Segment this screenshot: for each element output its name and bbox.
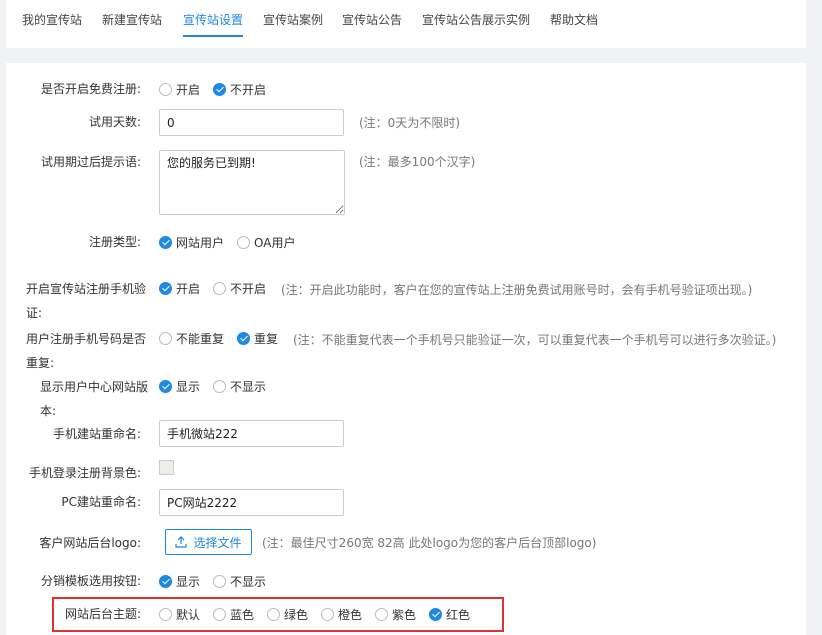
admin-theme-label: 网站后台主题:: [64, 607, 141, 621]
mobile-bg-color-swatch[interactable]: [159, 460, 174, 475]
radio-circle: [159, 607, 172, 621]
free-register-label: 是否开启免费注册:: [40, 82, 141, 96]
radio-circle: [321, 607, 334, 621]
client-logo-label: 客户网站后台logo:: [39, 536, 141, 550]
phone-verify-on-radio[interactable]: 开启: [159, 278, 200, 298]
radio-checked-icon: [237, 331, 250, 345]
radio-circle: [213, 379, 226, 393]
radio-circle: [159, 331, 172, 345]
mobile-bg-label: 手机登录注册背景色:: [28, 466, 141, 480]
theme-purple-radio[interactable]: 紫色: [375, 604, 416, 624]
theme-default-radio[interactable]: 默认: [159, 604, 200, 624]
free-register-off-radio[interactable]: 不开启: [213, 79, 266, 99]
choose-file-button[interactable]: 选择文件: [165, 529, 252, 555]
radio-circle: [213, 574, 226, 588]
tab-site-cases[interactable]: 宣传站案例: [263, 11, 323, 28]
show-version-off-radio[interactable]: 不显示: [213, 376, 266, 396]
show-version-label: 显示用户中心网站版本:: [40, 380, 149, 418]
tab-new-site[interactable]: 新建宣传站: [102, 11, 162, 28]
tab-help-docs[interactable]: 帮助文档: [550, 11, 598, 28]
phone-repeat-no-radio[interactable]: 不能重复: [159, 328, 224, 348]
free-register-on-radio[interactable]: 开启: [159, 79, 200, 99]
theme-blue-radio[interactable]: 蓝色: [213, 604, 254, 624]
phone-verify-label: 开启宣传站注册手机验证:: [26, 282, 147, 320]
distribution-btn-label: 分销模板选用按钮:: [40, 574, 141, 588]
distribution-hide-radio[interactable]: 不显示: [213, 571, 266, 591]
radio-circle: [159, 82, 172, 96]
upload-icon: [175, 536, 188, 548]
phone-repeat-label: 用户注册手机号码是否重复:: [26, 332, 147, 370]
theme-green-radio[interactable]: 绿色: [267, 604, 308, 624]
register-type-label: 注册类型:: [88, 235, 141, 249]
pc-rename-label: PC建站重命名:: [61, 495, 141, 509]
distribution-show-radio[interactable]: 显示: [159, 571, 200, 591]
register-type-oa-radio[interactable]: OA用户: [237, 232, 295, 252]
tab-my-sites[interactable]: 我的宣传站: [22, 11, 82, 28]
theme-orange-radio[interactable]: 橙色: [321, 604, 362, 624]
radio-checked-icon: [159, 235, 172, 249]
mobile-rename-input[interactable]: [159, 420, 344, 447]
radio-checked-icon: [159, 281, 172, 295]
radio-circle: [375, 607, 388, 621]
phone-verify-off-radio[interactable]: 不开启: [213, 278, 266, 298]
tab-notice-examples[interactable]: 宣传站公告展示实例: [422, 11, 530, 28]
radio-checked-icon: [159, 379, 172, 393]
mobile-rename-label: 手机建站重命名:: [52, 427, 141, 441]
radio-circle: [267, 607, 280, 621]
pc-rename-input[interactable]: [159, 489, 344, 516]
phone-repeat-yes-radio[interactable]: 重复: [237, 328, 278, 348]
show-version-on-radio[interactable]: 显示: [159, 376, 200, 396]
phone-verify-note: (注：开启此功能时，客户在您的宣传站上注册免费试用账号时，会有手机号验证项出现。…: [281, 283, 753, 297]
register-type-website-radio[interactable]: 网站用户: [159, 232, 224, 252]
tab-site-settings[interactable]: 宣传站设置: [183, 11, 244, 37]
radio-checked-icon: [213, 82, 226, 96]
radio-checked-icon: [429, 607, 442, 621]
client-logo-note: (注：最佳尺寸260宽 82高 此处logo为您的客户后台顶部logo): [262, 536, 597, 550]
theme-red-radio[interactable]: 红色: [429, 604, 470, 624]
trial-days-input[interactable]: [159, 109, 344, 136]
radio-circle: [237, 235, 250, 249]
radio-circle: [213, 607, 226, 621]
tab-site-notices[interactable]: 宣传站公告: [342, 11, 402, 28]
trial-days-label: 试用天数:: [88, 115, 141, 129]
trial-expired-msg-note: (注：最多100个汉字): [359, 155, 476, 169]
phone-repeat-note: (注：不能重复代表一个手机号只能验证一次，可以重复代表一个手机号可以进行多次验证…: [293, 333, 777, 347]
trial-expired-msg-textarea[interactable]: 您的服务已到期!: [159, 150, 345, 215]
trial-days-note: (注：0天为不限时): [359, 116, 460, 130]
top-nav: 我的宣传站 新建宣传站 宣传站设置 宣传站案例 宣传站公告 宣传站公告展示实例 …: [6, 0, 806, 48]
radio-circle: [213, 281, 226, 295]
trial-expired-msg-label: 试用期过后提示语:: [40, 155, 141, 169]
radio-checked-icon: [159, 574, 172, 588]
